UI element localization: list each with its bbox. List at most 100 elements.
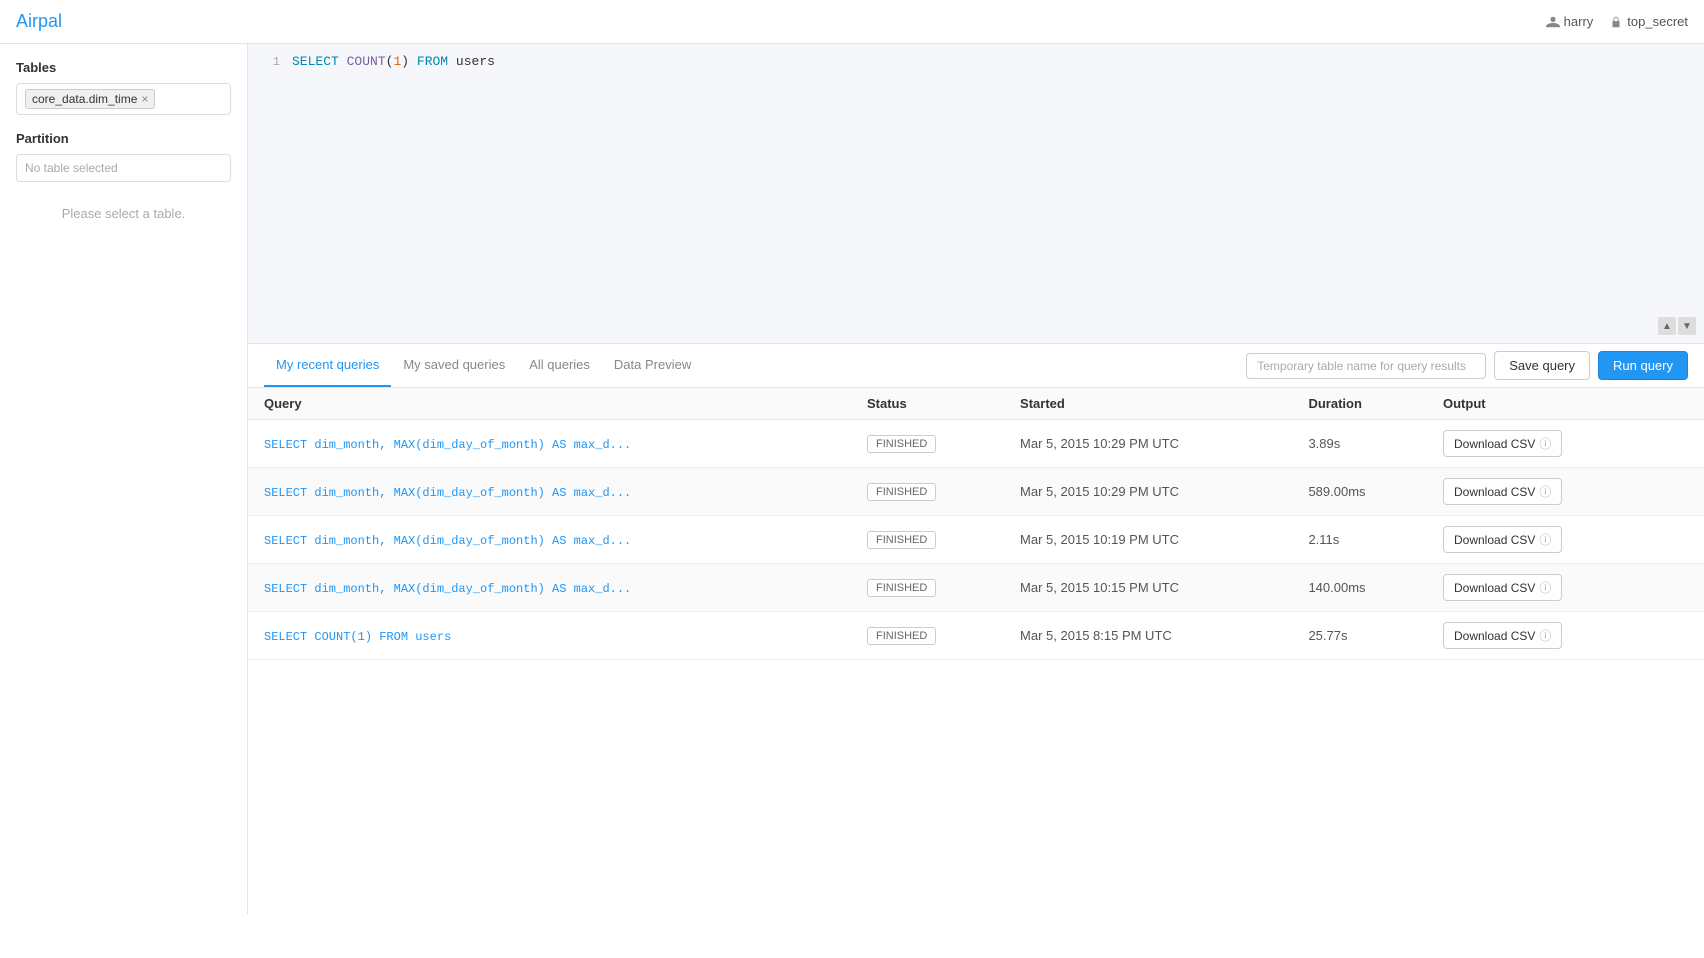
code-table: users	[456, 52, 495, 72]
layout: Tables core_data.dim_time × Partition Pl…	[0, 44, 1704, 914]
main-content: 1 SELECT COUNT(1) FROM users ▲ ▼ My rece…	[248, 44, 1704, 914]
partition-section-title: Partition	[16, 131, 231, 146]
tab-data-preview[interactable]: Data Preview	[602, 344, 703, 387]
user-icon	[1546, 15, 1560, 29]
tab-my-saved-queries[interactable]: My saved queries	[391, 344, 517, 387]
duration-cell: 140.00ms	[1292, 564, 1427, 612]
editor-area[interactable]: 1 SELECT COUNT(1) FROM users ▲ ▼	[248, 44, 1704, 344]
code-paren-open: (	[386, 52, 394, 72]
schema-label: top_secret	[1627, 14, 1688, 29]
download-csv-button[interactable]: Download CSV ⓘ	[1443, 430, 1562, 457]
schema-item: top_secret	[1609, 14, 1688, 29]
col-status: Status	[851, 388, 1004, 420]
download-csv-button[interactable]: Download CSV ⓘ	[1443, 622, 1562, 649]
query-cell[interactable]: SELECT dim_month, MAX(dim_day_of_month) …	[248, 516, 851, 564]
query-link[interactable]: SELECT dim_month, MAX(dim_day_of_month) …	[264, 486, 631, 500]
toolbar-right: Save query Run query	[1246, 351, 1688, 380]
run-query-button[interactable]: Run query	[1598, 351, 1688, 380]
tab-all-queries[interactable]: All queries	[517, 344, 602, 387]
download-csv-button[interactable]: Download CSV ⓘ	[1443, 574, 1562, 601]
extra-cell	[1656, 564, 1704, 612]
started-cell: Mar 5, 2015 10:29 PM UTC	[1004, 468, 1292, 516]
code-select: SELECT	[292, 52, 339, 72]
status-badge: FINISHED	[867, 627, 936, 645]
username-label: harry	[1564, 14, 1594, 29]
query-cell[interactable]: SELECT dim_month, MAX(dim_day_of_month) …	[248, 468, 851, 516]
started-cell: Mar 5, 2015 10:19 PM UTC	[1004, 516, 1292, 564]
status-cell: FINISHED	[851, 612, 1004, 660]
col-extra	[1656, 388, 1704, 420]
extra-cell	[1656, 516, 1704, 564]
col-query: Query	[248, 388, 851, 420]
query-cell[interactable]: SELECT dim_month, MAX(dim_day_of_month) …	[248, 420, 851, 468]
info-icon: ⓘ	[1539, 531, 1551, 548]
query-link[interactable]: SELECT dim_month, MAX(dim_day_of_month) …	[264, 534, 631, 548]
status-badge: FINISHED	[867, 435, 936, 453]
extra-cell	[1656, 612, 1704, 660]
table-row: SELECT dim_month, MAX(dim_day_of_month) …	[248, 420, 1704, 468]
output-cell: Download CSV ⓘ	[1427, 612, 1656, 660]
editor-resize-controls: ▲ ▼	[1658, 317, 1696, 335]
user-section: harry top_secret	[1546, 14, 1688, 29]
output-cell: Download CSV ⓘ	[1427, 468, 1656, 516]
results-table: Query Status Started Duration Output SEL…	[248, 388, 1704, 914]
info-icon: ⓘ	[1539, 579, 1551, 596]
table-tag-container[interactable]: core_data.dim_time ×	[16, 83, 231, 115]
code-from: FROM	[417, 52, 448, 72]
code-arg: 1	[393, 52, 401, 72]
duration-cell: 25.77s	[1292, 612, 1427, 660]
started-cell: Mar 5, 2015 10:29 PM UTC	[1004, 420, 1292, 468]
col-duration: Duration	[1292, 388, 1427, 420]
lock-icon	[1609, 15, 1623, 29]
extra-cell	[1656, 468, 1704, 516]
table-header-row: Query Status Started Duration Output	[248, 388, 1704, 420]
please-select-message: Please select a table.	[16, 206, 231, 221]
header: Airpal harry top_secret	[0, 0, 1704, 44]
query-link[interactable]: SELECT dim_month, MAX(dim_day_of_month) …	[264, 582, 631, 596]
temp-table-input[interactable]	[1246, 353, 1486, 379]
status-badge: FINISHED	[867, 531, 936, 549]
duration-cell: 2.11s	[1292, 516, 1427, 564]
tabs-list: My recent queries My saved queries All q…	[264, 344, 703, 387]
tabs-toolbar: My recent queries My saved queries All q…	[248, 344, 1704, 388]
table-row: SELECT dim_month, MAX(dim_day_of_month) …	[248, 564, 1704, 612]
query-link[interactable]: SELECT dim_month, MAX(dim_day_of_month) …	[264, 438, 631, 452]
query-cell[interactable]: SELECT COUNT(1) FROM users	[248, 612, 851, 660]
save-query-button[interactable]: Save query	[1494, 351, 1590, 380]
started-cell: Mar 5, 2015 10:15 PM UTC	[1004, 564, 1292, 612]
status-badge: FINISHED	[867, 483, 936, 501]
partition-input[interactable]	[16, 154, 231, 182]
info-icon: ⓘ	[1539, 627, 1551, 644]
duration-cell: 3.89s	[1292, 420, 1427, 468]
user-item: harry	[1546, 14, 1594, 29]
status-cell: FINISHED	[851, 468, 1004, 516]
download-csv-button[interactable]: Download CSV ⓘ	[1443, 478, 1562, 505]
resize-down-button[interactable]: ▼	[1678, 317, 1696, 335]
query-cell[interactable]: SELECT dim_month, MAX(dim_day_of_month) …	[248, 564, 851, 612]
query-link[interactable]: SELECT COUNT(1) FROM users	[264, 630, 451, 644]
code-paren-close: )	[401, 52, 409, 72]
code-line-1: 1 SELECT COUNT(1) FROM users	[248, 52, 1704, 72]
info-icon: ⓘ	[1539, 435, 1551, 452]
output-cell: Download CSV ⓘ	[1427, 420, 1656, 468]
info-icon: ⓘ	[1539, 483, 1551, 500]
output-cell: Download CSV ⓘ	[1427, 516, 1656, 564]
resize-up-button[interactable]: ▲	[1658, 317, 1676, 335]
extra-cell	[1656, 420, 1704, 468]
output-cell: Download CSV ⓘ	[1427, 564, 1656, 612]
table-tag[interactable]: core_data.dim_time ×	[25, 89, 155, 109]
table-tag-label: core_data.dim_time	[32, 92, 137, 106]
editor-content[interactable]: 1 SELECT COUNT(1) FROM users	[248, 44, 1704, 80]
col-started: Started	[1004, 388, 1292, 420]
download-csv-button[interactable]: Download CSV ⓘ	[1443, 526, 1562, 553]
remove-table-button[interactable]: ×	[141, 93, 148, 105]
status-cell: FINISHED	[851, 564, 1004, 612]
tab-my-recent-queries[interactable]: My recent queries	[264, 344, 391, 387]
table-row: SELECT dim_month, MAX(dim_day_of_month) …	[248, 468, 1704, 516]
status-badge: FINISHED	[867, 579, 936, 597]
code-count: COUNT	[347, 52, 386, 72]
table-row: SELECT dim_month, MAX(dim_day_of_month) …	[248, 516, 1704, 564]
status-cell: FINISHED	[851, 420, 1004, 468]
duration-cell: 589.00ms	[1292, 468, 1427, 516]
col-output: Output	[1427, 388, 1656, 420]
